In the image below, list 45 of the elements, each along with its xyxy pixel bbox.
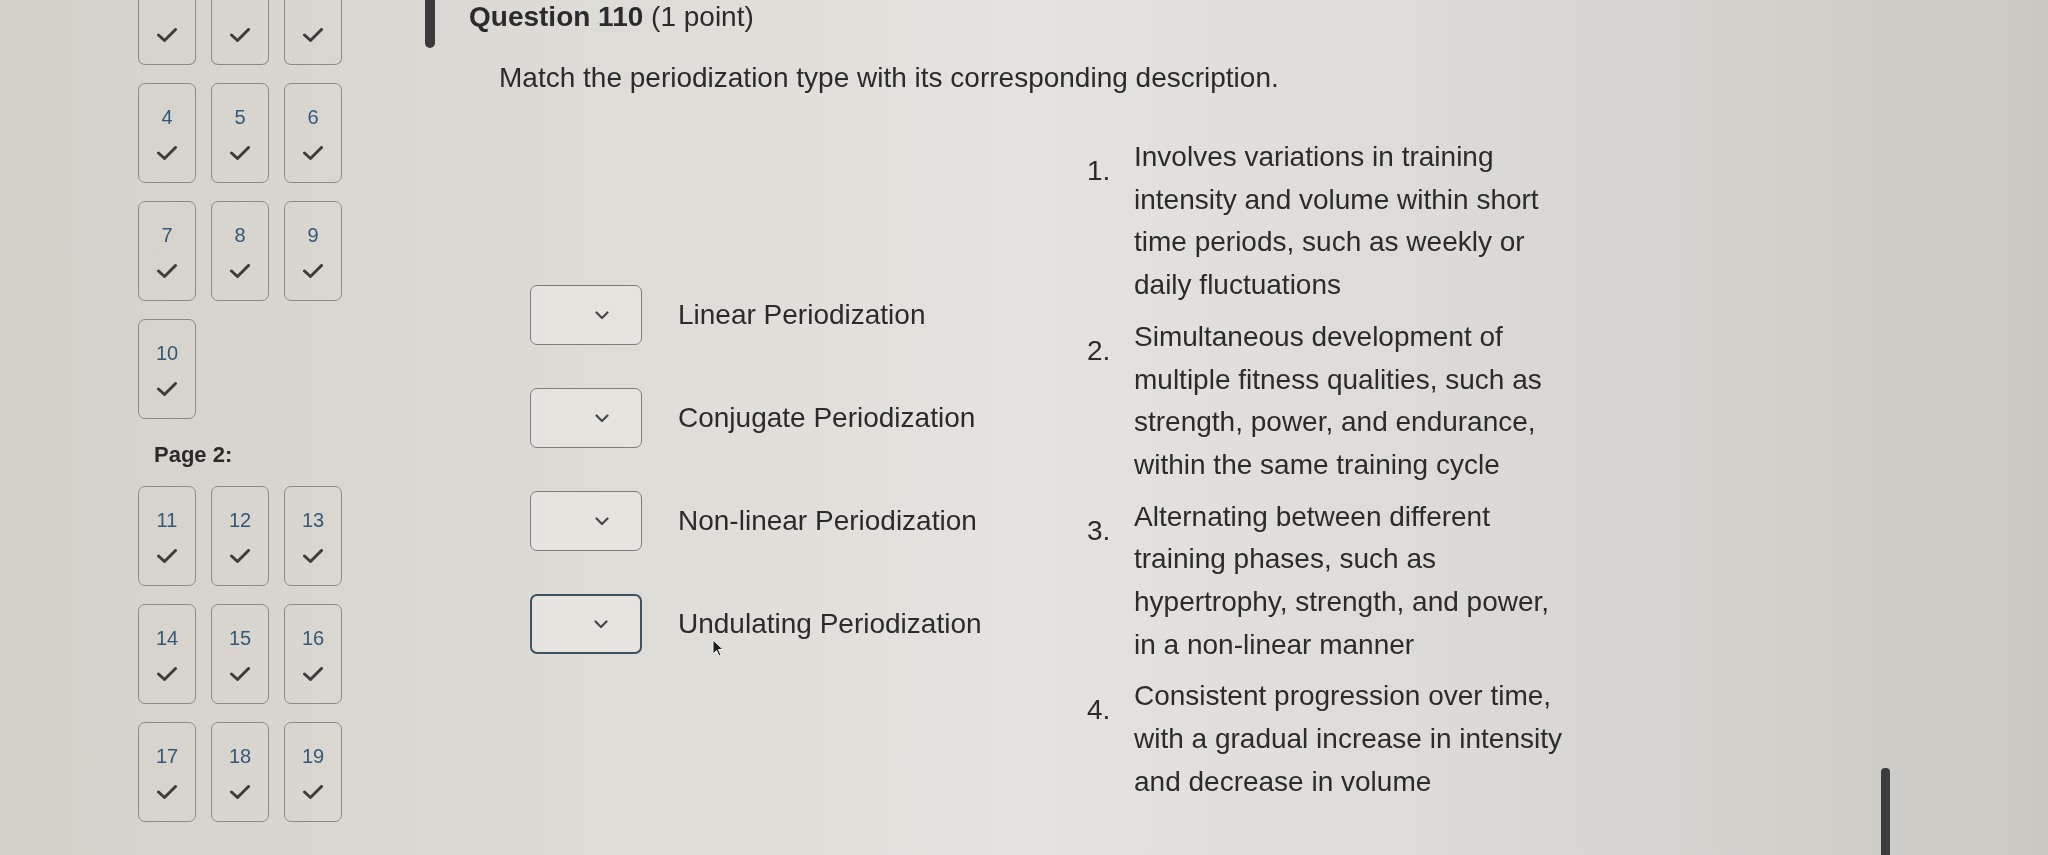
pointer-cursor-icon <box>712 639 724 658</box>
question-nav-button[interactable] <box>284 0 342 65</box>
chevron-down-icon <box>595 413 609 423</box>
answer-dropdown[interactable] <box>530 388 642 449</box>
question-nav-button[interactable] <box>211 0 269 65</box>
question-nav-button[interactable]: 5 <box>211 83 269 183</box>
description-text: Consistent progression over time, with a gradual increase in intensity and decrease in volume <box>1134 679 1563 799</box>
chevron-down-icon <box>594 619 608 629</box>
description-text: Simultaneous development of multiple fitness qualities, such as strength, power, and endurance, within the same training cycle <box>1134 319 1543 482</box>
list-number: 1. <box>1087 154 1112 188</box>
question-nav-button[interactable]: 14 <box>138 604 196 704</box>
question-nav-button[interactable]: 10 <box>138 319 196 419</box>
question-nav-button[interactable]: 12 <box>211 486 269 586</box>
question-nav-button[interactable]: 17 <box>138 722 196 822</box>
list-number: 3. <box>1087 513 1112 548</box>
question-nav-button[interactable]: 18 <box>211 722 269 822</box>
question-prompt: Match the periodization type with its corresponding description. <box>499 61 1280 95</box>
question-nav-button[interactable] <box>138 0 196 65</box>
question-title: Question 110 (1 point) <box>469 0 754 34</box>
term-label: Linear Periodization <box>678 298 926 333</box>
question-nav-button[interactable]: 11 <box>138 486 196 586</box>
answer-dropdown[interactable] <box>530 285 642 346</box>
term-label: Conjugate Periodization <box>678 401 976 436</box>
list-number: 4. <box>1087 693 1112 728</box>
term-label: Undulating Periodization <box>678 607 982 642</box>
description-text: Alternating between different training phases, such as hypertrophy, strength, and power, in a non-linear manner <box>1134 499 1551 662</box>
question-nav-button[interactable]: 8 <box>211 201 269 301</box>
question-nav-button[interactable]: 6 <box>284 83 342 183</box>
question-nav-button[interactable]: 9 <box>284 201 342 301</box>
question-nav-button[interactable]: 7 <box>138 201 196 301</box>
question-nav-button[interactable]: 15 <box>211 604 269 704</box>
description-text: Involves variations in training intensity and volume within short time periods, such as weekly or daily fluctuations <box>1134 140 1540 303</box>
answer-dropdown[interactable] <box>530 491 642 552</box>
question-marker-bar <box>425 0 435 48</box>
term-label: Non-linear Periodization <box>678 504 977 539</box>
page-label: Page 2: <box>154 441 234 469</box>
chevron-down-icon <box>595 310 609 320</box>
question-nav-button[interactable]: 19 <box>284 722 342 822</box>
question-nav-button[interactable]: 16 <box>284 604 342 704</box>
question-nav-button[interactable]: 13 <box>284 486 342 586</box>
question-nav-button[interactable]: 4 <box>138 83 196 183</box>
list-number: 2. <box>1087 333 1112 368</box>
scrollbar-thumb[interactable] <box>1881 768 1890 855</box>
answer-dropdown[interactable] <box>530 594 642 655</box>
chevron-down-icon <box>595 516 609 526</box>
